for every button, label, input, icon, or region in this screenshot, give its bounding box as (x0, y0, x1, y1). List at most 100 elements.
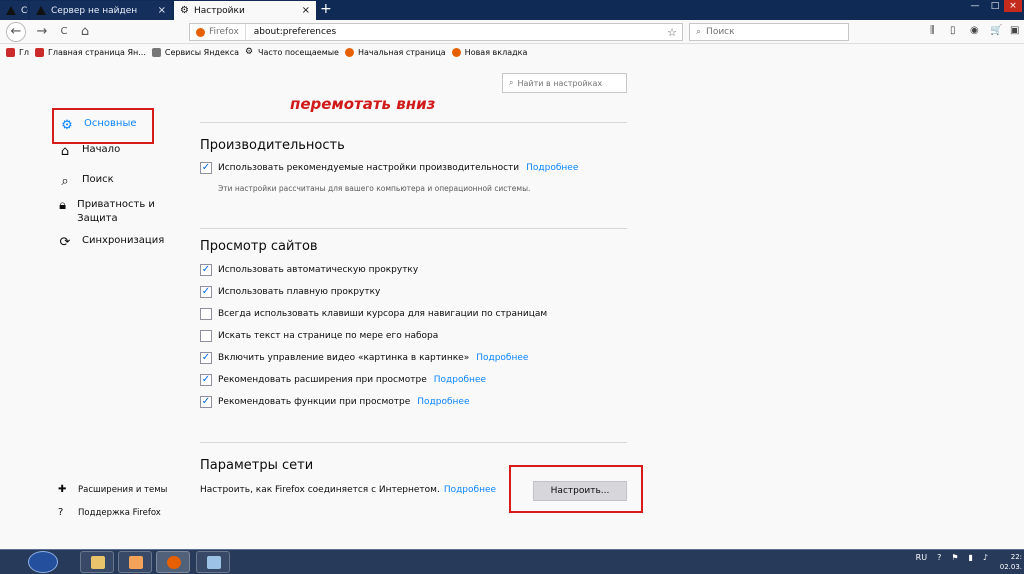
find-placeholder: Найти в настройках (517, 78, 603, 88)
yandex-icon (35, 47, 44, 57)
learn-more-link[interactable]: Подробнее (444, 485, 496, 495)
checkbox[interactable] (200, 308, 212, 320)
checkbox[interactable]: ✓ (200, 374, 212, 386)
option-smooth-scroll[interactable]: ✓ Использовать плавную прокрутку (200, 286, 380, 298)
identity-box[interactable]: Firefox (190, 24, 246, 40)
sidebar-item-general[interactable]: ⚙ Основные (52, 108, 154, 144)
bookmark-item[interactable]: Главная страница Ян... (35, 47, 146, 57)
cart-icon[interactable]: 🛒 (990, 25, 1002, 36)
search-icon: ⌕ (61, 174, 69, 189)
learn-more-link[interactable]: Подробнее (526, 163, 578, 173)
option-label: Использовать рекомендуемые настройки про… (218, 163, 520, 173)
url-text[interactable]: about:preferences (246, 27, 336, 37)
checkbox[interactable]: ✓ (200, 396, 212, 408)
checkbox[interactable] (200, 330, 212, 342)
tab-strip: Се Сервер не найден × ⚙ Настройки × + — … (0, 0, 1024, 20)
option-picture-in-picture[interactable]: ✓ Включить управление видео «картинка в … (200, 352, 528, 364)
lock-icon: 🔒︎ (59, 198, 67, 213)
tab-label: Настройки (193, 5, 245, 16)
checkbox[interactable]: ✓ (200, 264, 212, 276)
bookmark-label: Гл (19, 47, 29, 57)
bookmark-item[interactable]: ⚙ Часто посещаемые (245, 47, 339, 57)
close-tab-icon[interactable]: × (152, 5, 166, 16)
maximize-button[interactable]: □ (986, 0, 1004, 12)
bookmark-item[interactable]: Гл (6, 47, 29, 57)
account-icon[interactable]: ◉ (970, 25, 979, 36)
find-in-settings-input[interactable]: ⌕ Найти в настройках (502, 73, 627, 93)
firefox-icon (344, 47, 354, 57)
minimize-button[interactable]: — (966, 0, 984, 12)
sidebar-item-home[interactable]: ⌂ Начало (56, 144, 120, 159)
taskbar-media-player[interactable] (118, 551, 152, 573)
sidebar-item-extensions[interactable]: ✚ Расширения и темы (58, 484, 167, 495)
learn-more-link[interactable]: Подробнее (476, 353, 528, 363)
option-label: Включить управление видео «картинка в ка… (218, 353, 470, 363)
media-player-icon (129, 556, 143, 569)
sidebar-item-sync[interactable]: ⟳ Синхронизация (56, 235, 165, 250)
option-recommend-features[interactable]: ✓ Рекомендовать функции при просмотре По… (200, 396, 469, 408)
tab-server-not-found[interactable]: Сервер не найден × (30, 1, 172, 20)
option-find-as-you-type[interactable]: Искать текст на странице по мере его наб… (200, 330, 438, 342)
sidebar-item-label: Основные (84, 118, 137, 129)
checkbox[interactable]: ✓ (200, 286, 212, 298)
learn-more-link[interactable]: Подробнее (417, 397, 469, 407)
bookmark-item[interactable]: Начальная страница (344, 47, 446, 57)
option-label: Использовать автоматическую прокрутку (218, 265, 419, 275)
network-icon[interactable]: ▮ (968, 553, 972, 562)
extension-icon[interactable]: ▣ (1010, 25, 1019, 36)
option-label: Рекомендовать расширения при просмотре (218, 375, 427, 385)
bookmark-star-icon[interactable]: ☆ (667, 26, 677, 39)
flag-icon[interactable]: ⚑ (951, 553, 958, 562)
search-bar[interactable]: ⌕ Поиск (689, 23, 849, 41)
bookmark-label: Главная страница Ян... (48, 47, 146, 57)
clock-time: 22: (1010, 553, 1022, 561)
new-tab-button[interactable]: + (320, 1, 332, 17)
option-recommend-extensions[interactable]: ✓ Рекомендовать расширения при просмотре… (200, 374, 486, 386)
language-indicator[interactable]: RU (916, 553, 927, 562)
taskbar-explorer[interactable] (80, 551, 114, 573)
tab-partial[interactable]: Се (0, 1, 28, 20)
clock[interactable]: 22: 02.03. (1000, 552, 1022, 572)
sidebar-item-support[interactable]: ? Поддержка Firefox (58, 507, 167, 518)
bookmark-item[interactable]: Новая вкладка (451, 47, 527, 57)
warning-icon (36, 6, 46, 15)
taskbar-firefox[interactable] (156, 551, 190, 573)
reload-button[interactable]: C (55, 23, 73, 41)
checkbox[interactable]: ✓ (200, 162, 212, 174)
network-description: Настроить, как Firefox соединяется с Инт… (200, 485, 440, 495)
firefox-icon (451, 47, 461, 57)
close-window-button[interactable]: × (1004, 0, 1022, 12)
option-recommended-performance[interactable]: ✓ Использовать рекомендуемые настройки п… (200, 162, 578, 174)
bookmark-item[interactable]: Сервисы Яндекса (151, 47, 239, 57)
sidebar-item-label: Поиск (82, 174, 114, 185)
forward-button[interactable]: → (33, 23, 51, 41)
back-button[interactable]: ← (6, 22, 26, 42)
bookmark-label: Начальная страница (357, 47, 446, 57)
taskbar-paint[interactable] (196, 551, 230, 573)
checkbox[interactable]: ✓ (200, 352, 212, 364)
sidebar-item-search[interactable]: ⌕ Поиск (56, 174, 114, 189)
close-tab-icon[interactable]: × (296, 5, 310, 16)
option-autoscroll[interactable]: ✓ Использовать автоматическую прокрутку (200, 264, 418, 276)
option-caret-browsing[interactable]: Всегда использовать клавиши курсора для … (200, 308, 547, 320)
help-icon[interactable]: ? (937, 553, 941, 562)
gear-icon: ⚙ (180, 5, 189, 16)
sidebar-item-privacy[interactable]: 🔒︎ Приватность и Защита (56, 198, 166, 226)
bookmark-label: Часто посещаемые (258, 47, 339, 57)
url-bar[interactable]: Firefox about:preferences ☆ (189, 23, 683, 41)
volume-icon[interactable]: ♪ (983, 553, 988, 562)
firefox-icon (167, 556, 181, 569)
library-icon[interactable]: ⫼ (930, 25, 935, 36)
start-button[interactable] (28, 551, 58, 573)
sidebar-icon[interactable]: ▯ (950, 25, 956, 36)
sidebar-footer: ✚ Расширения и темы ? Поддержка Firefox (58, 484, 167, 530)
search-placeholder: Поиск (706, 27, 735, 37)
navigation-bar: ← → C ⌂ Firefox about:preferences ☆ ⌕ По… (0, 20, 1024, 44)
tab-settings[interactable]: ⚙ Настройки × (174, 1, 316, 20)
option-label: Искать текст на странице по мере его наб… (218, 331, 439, 341)
warning-icon (6, 6, 16, 15)
network-settings-button[interactable]: Настроить... (533, 481, 627, 501)
folder-icon (91, 556, 105, 569)
learn-more-link[interactable]: Подробнее (434, 375, 486, 385)
home-button[interactable]: ⌂ (76, 23, 94, 41)
